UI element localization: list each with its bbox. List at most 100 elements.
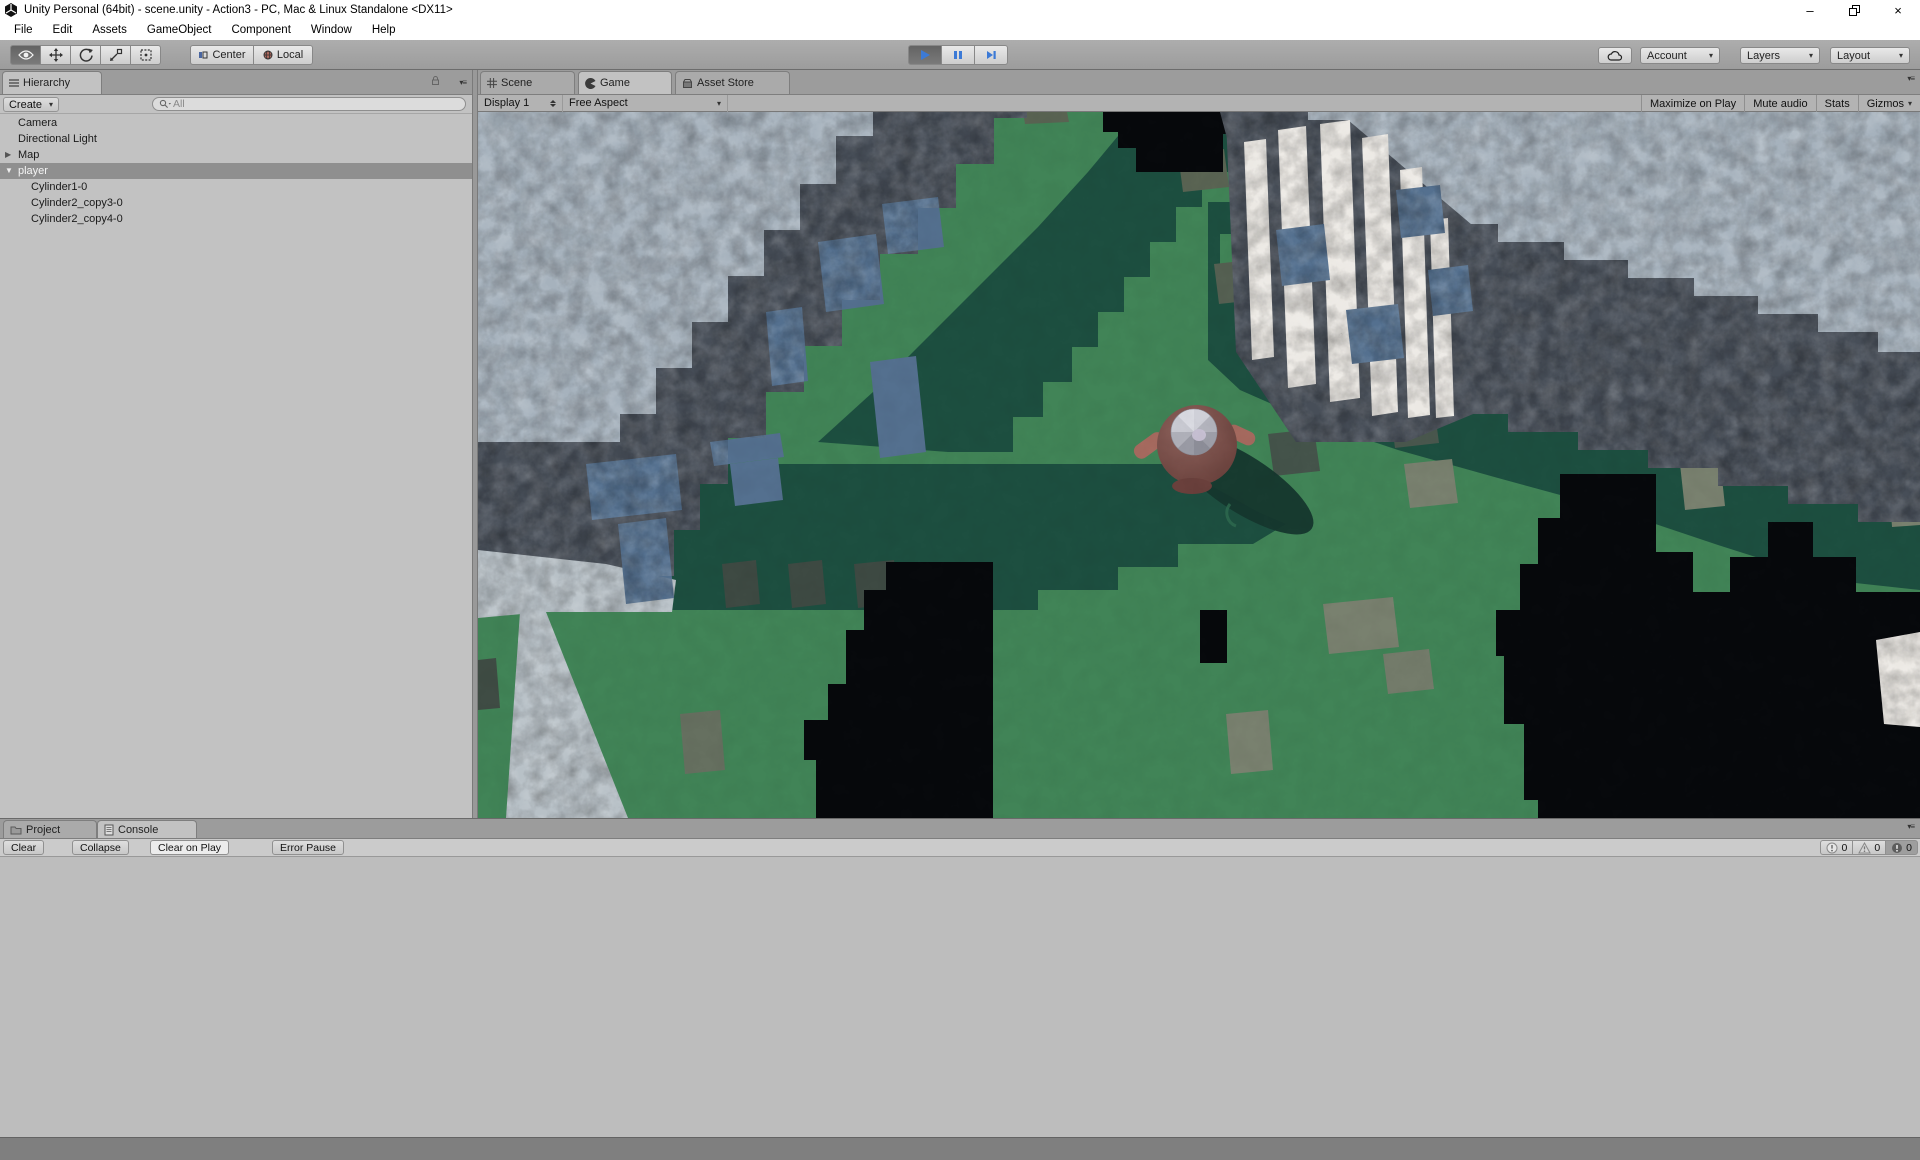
hierarchy-item-directional-light[interactable]: Directional Light (0, 131, 472, 147)
scene-grid-icon (487, 78, 497, 88)
space-toggle-button[interactable]: Local (253, 45, 313, 65)
cloud-services-button[interactable] (1598, 47, 1632, 64)
info-filter-button[interactable]: 0 (1820, 840, 1853, 855)
lock-icon[interactable] (431, 75, 440, 86)
tab-console-label: Console (118, 824, 158, 836)
unity-logo-icon (4, 3, 18, 17)
scale-tool-button[interactable] (100, 45, 131, 65)
layout-dropdown[interactable]: Layout▾ (1830, 47, 1910, 64)
error-filter-button[interactable]: 0 (1885, 840, 1918, 855)
step-button[interactable] (974, 45, 1008, 65)
create-label: Create (9, 99, 42, 111)
search-input[interactable] (173, 98, 459, 110)
menu-component[interactable]: Component (221, 20, 300, 40)
console-toolbar: Clear Collapse Clear on Play Error Pause… (0, 839, 1920, 857)
search-icon[interactable] (159, 99, 171, 109)
aspect-dropdown[interactable]: Free Aspect ▾ (563, 95, 728, 112)
chevron-down-icon: ▾ (1899, 51, 1903, 60)
game-view-toggles: Maximize on Play Mute audio Stats Gizmos… (1641, 95, 1920, 112)
hierarchy-item-camera[interactable]: Camera (0, 115, 472, 131)
list-icon (9, 79, 19, 87)
window-title: Unity Personal (64bit) - scene.unity - A… (24, 4, 453, 16)
hierarchy-item-map[interactable]: ▶ Map (0, 147, 472, 163)
error-count: 0 (1906, 842, 1912, 854)
tab-hierarchy[interactable]: Hierarchy (2, 71, 102, 94)
hierarchy-list: Camera Directional Light ▶ Map ▼ player Cy… (0, 115, 472, 818)
item-label: Camera (18, 115, 57, 131)
clear-on-play-toggle[interactable]: Clear on Play (150, 840, 229, 855)
folder-icon (10, 825, 22, 835)
rect-tool-icon (139, 48, 153, 62)
chevron-down-icon: ▾ (1709, 51, 1713, 60)
unity-editor-window: Unity Personal (64bit) - scene.unity - A… (0, 0, 1920, 1160)
console-tab-strip: Project Console ▾≡ (0, 819, 1920, 839)
maximize-on-play-toggle[interactable]: Maximize on Play (1641, 95, 1744, 112)
hierarchy-tab-strip: Hierarchy ▾≡ (0, 70, 472, 95)
hierarchy-toolbar: Create▾ (0, 95, 472, 114)
pane-menu-icon[interactable]: ▾≡ (1907, 822, 1914, 831)
hierarchy-item-cylinder2-copy3[interactable]: Cylinder2_copy3-0 (0, 195, 472, 211)
warning-filter-button[interactable]: 0 (1852, 840, 1886, 855)
scale-tool-icon (109, 48, 123, 62)
pivot-label: Center (212, 49, 245, 61)
viewport-tab-strip: Scene Game Asset Store ▾≡ (478, 70, 1920, 95)
expander-expanded-icon[interactable]: ▼ (5, 163, 13, 179)
status-bar (0, 1137, 1920, 1160)
rect-tool-button[interactable] (130, 45, 161, 65)
menu-window[interactable]: Window (301, 20, 362, 40)
account-label: Account (1647, 50, 1687, 62)
clear-button[interactable]: Clear (3, 840, 44, 855)
console-log-area[interactable] (0, 857, 1920, 1138)
account-dropdown[interactable]: Account ▾ (1640, 47, 1720, 64)
collapse-toggle[interactable]: Collapse (72, 840, 129, 855)
error-icon (1891, 842, 1903, 854)
tab-scene[interactable]: Scene (480, 71, 575, 94)
space-label: Local (277, 49, 303, 61)
game-icon (585, 78, 596, 89)
tab-asset-store-label: Asset Store (697, 77, 754, 89)
info-count: 0 (1841, 842, 1847, 854)
error-pause-toggle[interactable]: Error Pause (272, 840, 344, 855)
item-label: player (18, 163, 48, 179)
menu-help[interactable]: Help (362, 20, 406, 40)
item-label: Cylinder2_copy4-0 (31, 211, 123, 227)
rotate-tool-icon (79, 48, 93, 62)
display-dropdown[interactable]: Display 1 (478, 95, 563, 112)
play-button[interactable] (908, 45, 942, 65)
expander-collapsed-icon[interactable]: ▶ (5, 147, 11, 163)
menu-gameobject[interactable]: GameObject (137, 20, 222, 40)
hierarchy-item-player[interactable]: ▼ player (0, 163, 472, 179)
tab-console[interactable]: Console (97, 820, 197, 838)
console-counters: 0 0 0 (1821, 840, 1918, 855)
hand-tool-button[interactable] (10, 45, 41, 65)
tab-asset-store[interactable]: Asset Store (675, 71, 790, 94)
game-viewport[interactable] (478, 112, 1920, 818)
tab-project[interactable]: Project (3, 820, 97, 838)
pivot-icon (198, 50, 208, 60)
tab-hierarchy-label: Hierarchy (23, 77, 70, 89)
pane-menu-icon[interactable]: ▾≡ (459, 78, 466, 87)
rotate-tool-button[interactable] (70, 45, 101, 65)
minimize-button[interactable]: – (1788, 0, 1832, 20)
restore-icon (1849, 5, 1860, 16)
hierarchy-item-cylinder2-copy4[interactable]: Cylinder2_copy4-0 (0, 211, 472, 227)
gizmos-dropdown[interactable]: Gizmos▾ (1858, 95, 1920, 112)
create-dropdown[interactable]: Create▾ (3, 97, 59, 112)
menu-assets[interactable]: Assets (82, 20, 137, 40)
menu-edit[interactable]: Edit (43, 20, 83, 40)
mute-audio-toggle[interactable]: Mute audio (1744, 95, 1815, 112)
tab-game[interactable]: Game (578, 71, 672, 94)
close-button[interactable]: × (1876, 0, 1920, 20)
pivot-toggle-button[interactable]: Center (190, 45, 254, 65)
pause-button[interactable] (941, 45, 975, 65)
pause-icon (952, 49, 964, 61)
restore-button[interactable] (1832, 0, 1876, 20)
menu-file[interactable]: File (4, 20, 43, 40)
stats-toggle[interactable]: Stats (1816, 95, 1858, 112)
move-tool-button[interactable] (40, 45, 71, 65)
item-label: Map (18, 147, 39, 163)
hierarchy-item-cylinder1[interactable]: Cylinder1-0 (0, 179, 472, 195)
pane-menu-icon[interactable]: ▾≡ (1907, 74, 1914, 83)
tab-game-label: Game (600, 77, 630, 89)
layers-dropdown[interactable]: Layers▾ (1740, 47, 1820, 64)
